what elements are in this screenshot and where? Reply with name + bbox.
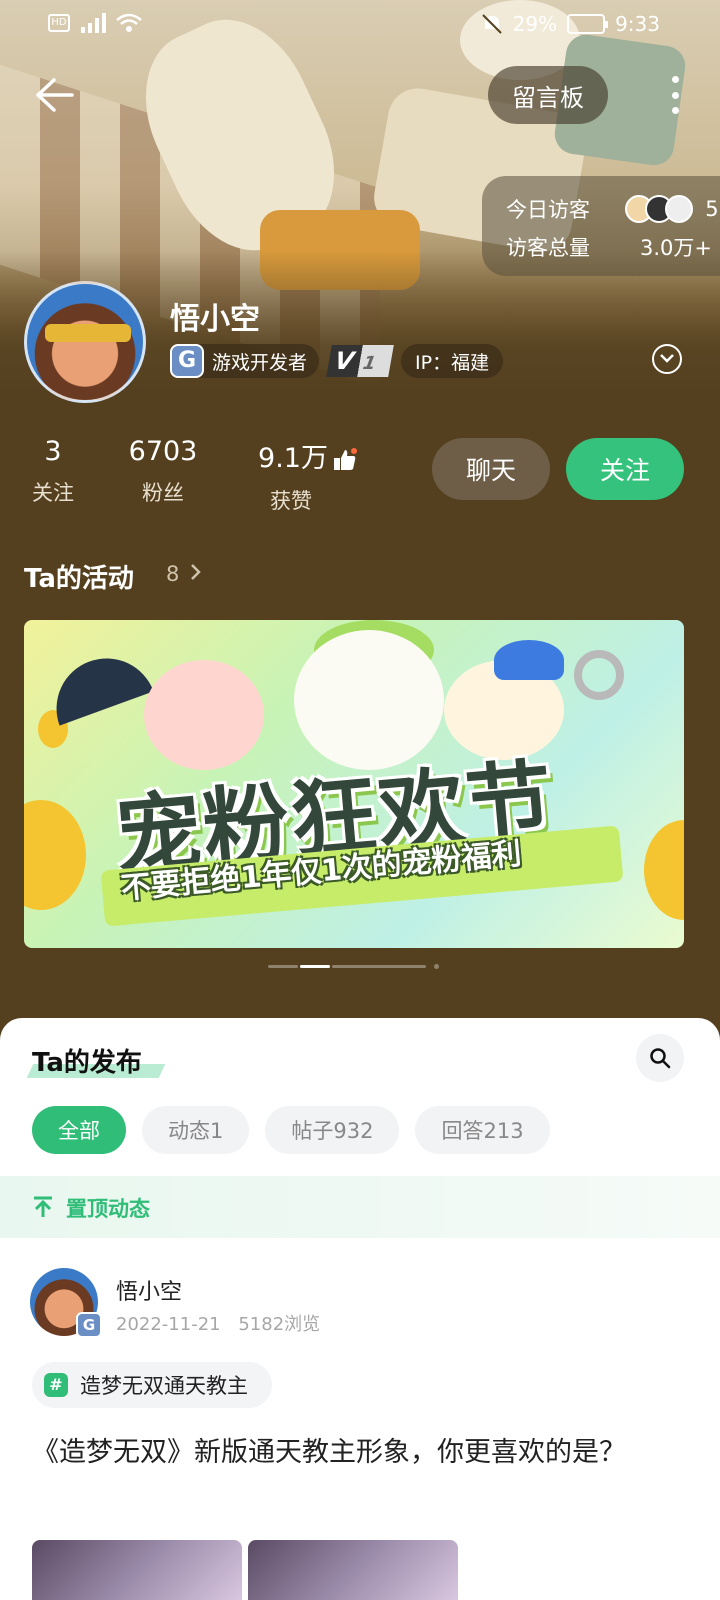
total-visitors-count: 3.0万+ [640, 236, 712, 260]
developer-badge[interactable]: G 游戏开发者 [170, 344, 320, 378]
pin-top-icon [34, 1196, 52, 1217]
wifi-icon [116, 13, 142, 32]
avatar[interactable]: G [30, 1268, 102, 1338]
topic-label: 造梦无双通天教主 [80, 1374, 248, 1398]
stat-label: 粉丝 [142, 481, 184, 505]
stat-followers[interactable]: 6703 粉丝 [118, 436, 208, 507]
visitor-avatars [625, 195, 694, 223]
activities-more-link[interactable]: 8 [166, 562, 202, 586]
more-options-button[interactable] [660, 72, 690, 118]
search-button[interactable] [636, 1034, 684, 1082]
mute-bell-icon [481, 14, 502, 34]
post-author[interactable]: 悟小空 [116, 1274, 182, 1306]
status-bar: HD 29% 9:33 [0, 0, 720, 50]
chevron-down-icon [660, 354, 674, 363]
developer-badge-icon: G [76, 1312, 102, 1338]
activities-title: Ta的活动 [24, 564, 134, 594]
avatar[interactable] [24, 281, 146, 403]
visitor-stats-card[interactable]: 今日访客 53 访客总量 3.0万+ [482, 176, 720, 276]
message-board-button[interactable]: 留言板 [488, 66, 608, 124]
back-arrow-icon [36, 78, 74, 112]
follow-button[interactable]: 关注 [566, 438, 684, 500]
battery-icon [567, 14, 609, 34]
vip-level: 1 [361, 353, 378, 374]
profile-name: 悟小空 [170, 302, 260, 337]
hashtag-icon: # [44, 1373, 68, 1397]
post-views: 5182浏览 [238, 1314, 321, 1335]
expand-profile-button[interactable] [652, 344, 682, 374]
back-button[interactable] [30, 72, 80, 118]
carousel-indicator [268, 964, 440, 969]
publish-title: Ta的发布 [32, 1048, 142, 1078]
chevron-right-icon [191, 564, 201, 580]
stat-value: 9.1万 [258, 443, 328, 474]
post-text[interactable]: 《造梦无双》新版通天教主形象，你更喜欢的是？ [32, 1430, 692, 1476]
stat-likes[interactable]: 9.1万 获赞 [246, 436, 370, 515]
stat-value: 3 [44, 436, 62, 467]
carousel-active-dot [300, 965, 330, 968]
avatar [665, 195, 694, 223]
game-developer-icon: G [170, 344, 204, 378]
post-image[interactable] [248, 1540, 458, 1600]
more-dot-icon [671, 91, 679, 99]
vip-badge[interactable]: V1 [326, 344, 394, 378]
total-visitors-label: 访客总量 [506, 236, 590, 260]
ip-location-badge: IP：福建 [401, 344, 504, 378]
today-visitors-count: 53 [705, 197, 720, 221]
search-icon [650, 1048, 671, 1069]
vip-letter: V [332, 347, 357, 375]
tab-posts[interactable]: 帖子932 [265, 1106, 400, 1154]
chat-button[interactable]: 聊天 [432, 438, 550, 500]
tab-all[interactable]: 全部 [32, 1106, 126, 1154]
today-visitors-label: 今日访客 [506, 198, 590, 222]
battery-percent: 29% [512, 12, 558, 36]
publish-tabs: 全部 动态1 帖子932 回答213 [32, 1106, 550, 1154]
post-meta: 2022-11-21 5182浏览 [116, 1310, 320, 1336]
pinned-label: 置顶动态 [66, 1197, 150, 1221]
clock: 9:33 [615, 12, 660, 36]
developer-badge-label: 游戏开发者 [212, 351, 308, 374]
post-images[interactable] [32, 1540, 458, 1600]
activities-count: 8 [166, 562, 180, 586]
stat-label: 获赞 [270, 489, 312, 513]
more-dot-icon [671, 76, 679, 83]
signal-icon [81, 13, 106, 33]
post-date: 2022-11-21 [116, 1314, 221, 1335]
tab-moments[interactable]: 动态1 [142, 1106, 250, 1154]
hd-icon: HD [48, 14, 70, 32]
profile-badges: G 游戏开发者 V1 IP：福建 [170, 344, 504, 378]
post-image[interactable] [32, 1540, 242, 1600]
more-dot-icon [671, 107, 679, 114]
stat-value: 6703 [128, 436, 198, 467]
pinned-section-header: 置顶动态 [0, 1176, 720, 1238]
post-topic-tag[interactable]: # 造梦无双通天教主 [32, 1362, 272, 1408]
activity-banner[interactable]: 宠粉狂欢节 不要拒绝1年仅1次的宠粉福利 [24, 620, 684, 948]
stat-following[interactable]: 3 关注 [26, 436, 80, 507]
tab-answers[interactable]: 回答213 [415, 1106, 550, 1154]
thumbs-up-icon [333, 447, 357, 470]
stat-label: 关注 [32, 481, 74, 505]
